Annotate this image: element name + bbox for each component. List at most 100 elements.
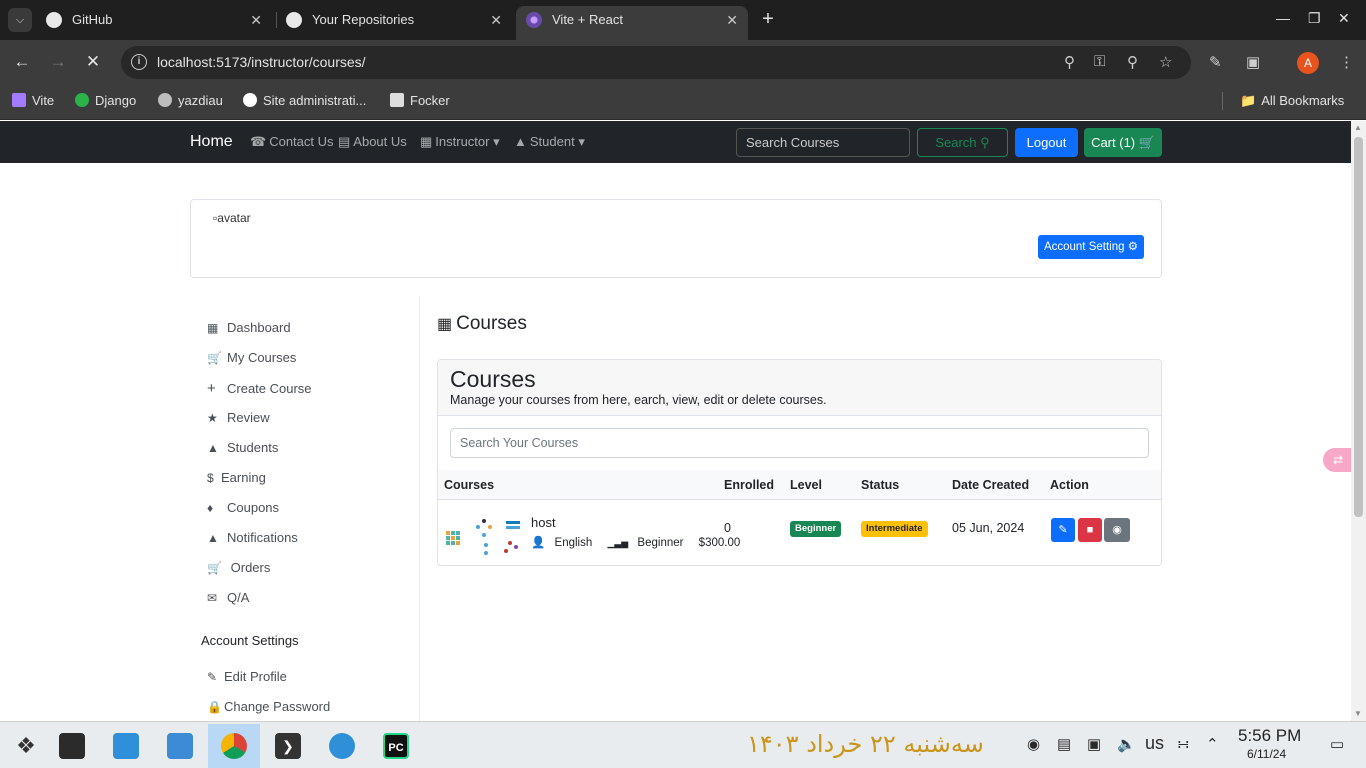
minimize-icon[interactable]: — bbox=[1276, 10, 1290, 26]
edit-icon: ✎ bbox=[207, 670, 218, 684]
maximize-icon[interactable]: ❐ bbox=[1308, 10, 1321, 27]
tab-search-menu-button[interactable]: ⌵ bbox=[8, 8, 32, 32]
clock-time[interactable]: 5:56 PM bbox=[1238, 726, 1301, 746]
course-name[interactable]: host bbox=[531, 515, 556, 530]
keyboard-layout[interactable]: us bbox=[1145, 733, 1164, 754]
bookmark-django[interactable]: Django bbox=[75, 93, 136, 108]
search-button[interactable]: Search ⚲ bbox=[917, 128, 1008, 157]
sidebar-item-qa[interactable]: ✉ Q/A bbox=[207, 590, 249, 605]
search-your-courses-input[interactable]: Search Your Courses bbox=[450, 428, 1149, 458]
all-bookmarks[interactable]: 📁 All Bookmarks bbox=[1240, 93, 1344, 109]
new-tab-button[interactable]: + bbox=[758, 8, 778, 32]
translate-extension-icon[interactable]: ⇄ bbox=[1323, 448, 1351, 472]
close-icon[interactable]: ✕ bbox=[250, 6, 262, 34]
storage-icon[interactable]: ▣ bbox=[1087, 735, 1101, 753]
tab-github[interactable]: GitHub ✕ bbox=[36, 6, 272, 34]
nav-about-us[interactable]: ▤ About Us bbox=[338, 134, 407, 150]
navbar-brand[interactable]: Home bbox=[190, 133, 233, 151]
app-launcher[interactable]: ❖ bbox=[0, 724, 52, 768]
site-info-icon[interactable]: i bbox=[131, 54, 147, 70]
taskbar-chrome[interactable] bbox=[208, 724, 260, 768]
bookmark-yazdiau[interactable]: yazdiau bbox=[158, 93, 223, 108]
back-icon[interactable]: ← bbox=[10, 52, 34, 72]
edit-note-icon[interactable]: ✎ bbox=[1209, 53, 1222, 71]
sidebar-item-dashboard[interactable]: ▦ Dashboard bbox=[207, 320, 291, 335]
taskbar-system-settings[interactable] bbox=[46, 724, 98, 768]
logout-button[interactable]: Logout bbox=[1015, 128, 1078, 157]
profile-avatar[interactable]: A bbox=[1297, 52, 1319, 74]
bookmark-star-icon[interactable]: ☆ bbox=[1159, 53, 1172, 71]
nav-student-dropdown[interactable]: ▲ Student ▾ bbox=[514, 134, 585, 150]
sidebar-item-change-password[interactable]: 🔒 Change Password bbox=[207, 699, 330, 714]
column-courses: Courses bbox=[444, 478, 495, 492]
url-text[interactable]: localhost:5173/instructor/courses/ bbox=[157, 54, 366, 70]
dashboard-icon: ▦ bbox=[437, 316, 453, 333]
zoom-icon[interactable]: ⚲ bbox=[1127, 53, 1138, 71]
table-row: host 👤 English ▁▃▅ Beginner $300.00 0 Be… bbox=[438, 501, 1148, 565]
delete-course-button[interactable]: ■ bbox=[1078, 518, 1102, 542]
clock-date[interactable]: 6/11/24 bbox=[1247, 747, 1286, 761]
scrollbar-thumb[interactable] bbox=[1354, 137, 1363, 517]
search-courses-input[interactable]: Search Courses bbox=[736, 128, 910, 157]
scroll-up-icon[interactable]: ▲ bbox=[1354, 123, 1362, 132]
sidebar-item-students[interactable]: ▲ Students bbox=[207, 440, 278, 455]
stop-loading-icon[interactable]: ✕ bbox=[81, 52, 105, 72]
sidebar-item-my-courses[interactable]: 🛒 My Courses bbox=[207, 350, 296, 365]
nav-label: About Us bbox=[353, 134, 407, 149]
close-icon[interactable]: ✕ bbox=[490, 6, 502, 34]
nav-contact-us[interactable]: ☎ Contact Us bbox=[250, 134, 334, 150]
level-badge: Beginner bbox=[790, 521, 842, 537]
taskbar-pycharm[interactable]: PC bbox=[370, 724, 422, 768]
edit-icon: ✎ bbox=[1058, 524, 1068, 536]
scroll-down-icon[interactable]: ▼ bbox=[1354, 709, 1362, 718]
sidebar-item-review[interactable]: ★ Review bbox=[207, 410, 270, 425]
window-close-icon[interactable]: ✕ bbox=[1338, 10, 1350, 27]
sidebar-item-earning[interactable]: $ Earning bbox=[207, 470, 266, 485]
forward-icon[interactable]: → bbox=[46, 52, 70, 72]
volume-icon[interactable]: 🔈 bbox=[1117, 735, 1136, 753]
show-desktop-icon[interactable]: ▭ bbox=[1330, 735, 1344, 753]
tab-your-repositories[interactable]: Your Repositories ✕ bbox=[276, 6, 512, 34]
bookmark-vite[interactable]: Vite bbox=[12, 93, 54, 108]
card-header: Courses Manage your courses from here, e… bbox=[438, 360, 1161, 416]
bookmark-label: Focker bbox=[410, 93, 450, 108]
cart-button[interactable]: Cart (1) 🛒 bbox=[1084, 128, 1162, 157]
account-setting-button[interactable]: Account Setting ⚙ bbox=[1038, 235, 1144, 259]
sidebar-item-orders[interactable]: 🛒 Orders bbox=[207, 560, 270, 575]
nav-instructor-dropdown[interactable]: ▦ Instructor ▾ bbox=[420, 134, 500, 150]
taskbar-discover[interactable] bbox=[100, 724, 152, 768]
nav-label: Contact Us bbox=[269, 134, 334, 149]
star-icon: ★ bbox=[207, 411, 218, 425]
clipboard-icon[interactable]: ▤ bbox=[1057, 735, 1071, 753]
sidebar-account-heading: Account Settings bbox=[201, 633, 299, 648]
wifi-icon[interactable]: ∺ bbox=[1177, 735, 1190, 753]
bookmark-label: Site administrati... bbox=[263, 93, 367, 108]
view-course-button[interactable]: ◉ bbox=[1104, 518, 1130, 542]
address-bar[interactable]: i localhost:5173/instructor/courses/ ⚲ ⚿… bbox=[121, 46, 1191, 79]
location-icon[interactable]: ⚲ bbox=[1064, 53, 1075, 71]
column-date-created: Date Created bbox=[952, 478, 1030, 492]
status-badge: Intermediate bbox=[861, 521, 928, 537]
taskbar-terminal[interactable]: ❯ bbox=[262, 724, 314, 768]
sidebar-item-edit-profile[interactable]: ✎ Edit Profile bbox=[207, 669, 287, 684]
browser-menu-icon[interactable]: ⋮ bbox=[1339, 53, 1354, 71]
password-key-icon[interactable]: ⚿ bbox=[1094, 53, 1105, 70]
bookmark-site-administration[interactable]: Site administrati... bbox=[243, 93, 366, 108]
taskbar-files[interactable] bbox=[154, 724, 206, 768]
bookmark-focker[interactable]: Focker bbox=[390, 93, 450, 108]
sidebar-item-notifications[interactable]: ▲ Notifications bbox=[207, 530, 298, 545]
column-enrolled: Enrolled bbox=[724, 478, 775, 492]
page-scrollbar[interactable]: ▲ ▼ bbox=[1351, 121, 1366, 721]
tab-vite-react[interactable]: Vite + React ✕ bbox=[516, 6, 748, 40]
taskbar-browser-globe[interactable] bbox=[316, 724, 368, 768]
accessibility-icon[interactable]: ◉ bbox=[1027, 735, 1040, 753]
gear-icon: ⚙ bbox=[1127, 241, 1139, 253]
sidebar-item-label: Create Course bbox=[227, 381, 312, 396]
sidebar-item-coupons[interactable]: ♦ Coupons bbox=[207, 500, 279, 515]
card-title: Courses bbox=[450, 366, 536, 392]
close-icon[interactable]: ✕ bbox=[726, 6, 738, 34]
sidebar-item-create-course[interactable]: + Create Course bbox=[207, 380, 312, 397]
tray-expand-icon[interactable]: ⌃ bbox=[1206, 735, 1219, 753]
edit-course-button[interactable]: ✎ bbox=[1051, 518, 1075, 542]
extensions-icon[interactable]: ▣ bbox=[1246, 53, 1260, 71]
